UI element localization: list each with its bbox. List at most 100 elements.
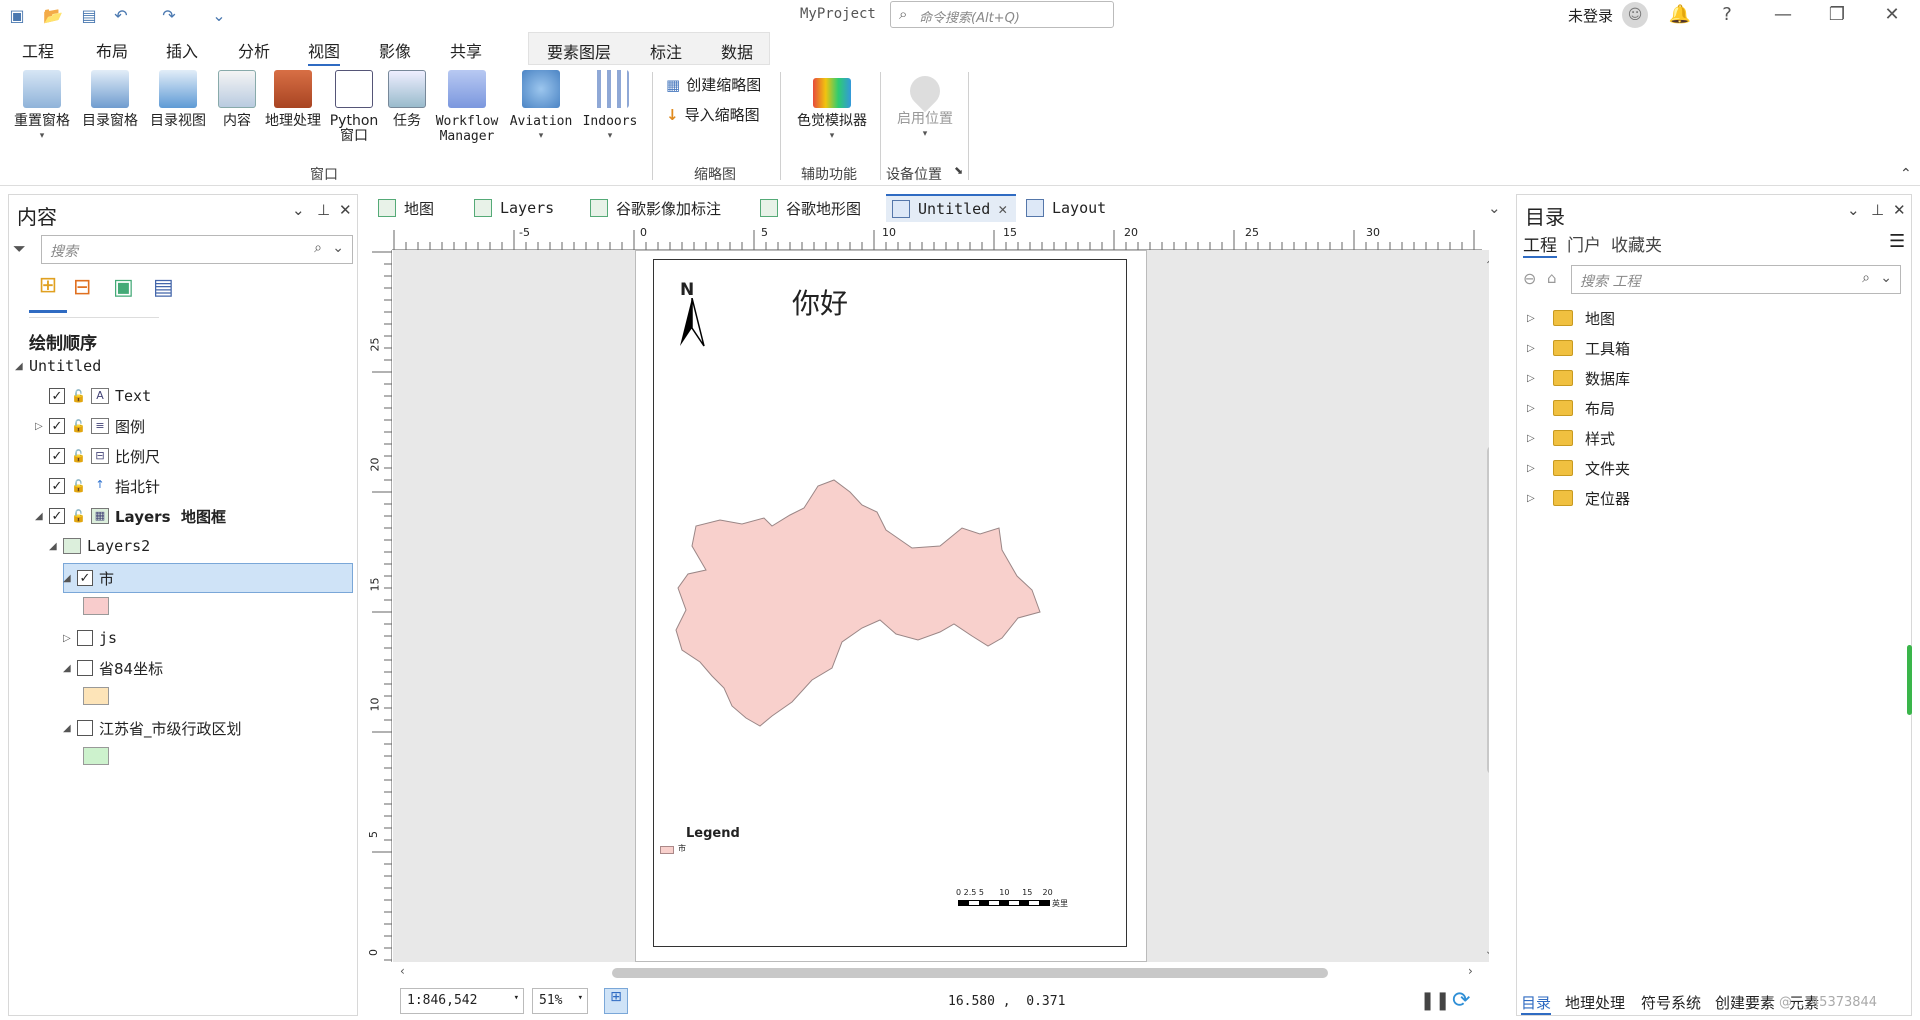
redo-icon[interactable]: ↷ <box>158 4 180 26</box>
region-polygon[interactable] <box>672 470 1092 730</box>
visibility-checkbox[interactable] <box>77 660 93 676</box>
expand-icon[interactable]: ▷ <box>1527 373 1541 384</box>
bottom-tab-create-features[interactable]: 创建要素 <box>1715 992 1775 1013</box>
menu-layout[interactable]: 布局 <box>96 38 128 62</box>
drawing-order-icon[interactable]: ⊞ <box>29 273 67 313</box>
workflow-manager-button[interactable]: Workflow Manager <box>432 70 502 144</box>
expand-icon[interactable]: ▷ <box>1527 313 1541 324</box>
bottom-tab-geoprocessing[interactable]: 地理处理 <box>1565 992 1625 1013</box>
help-button[interactable]: ? <box>1712 2 1742 28</box>
bottom-tab-symbology[interactable]: 符号系统 <box>1641 992 1701 1013</box>
catalog-item-styles[interactable]: ▷ 样式 <box>1527 425 1615 451</box>
lock-icon[interactable]: 🔓 <box>71 389 87 403</box>
scroll-right-icon[interactable]: › <box>1468 964 1473 978</box>
tab-layers[interactable]: Layers <box>468 194 580 222</box>
import-thumbnail-button[interactable]: ↓ 导入缩略图 <box>666 104 760 125</box>
expand-icon[interactable]: ◢ <box>15 361 29 372</box>
vertical-scrollbar[interactable] <box>1487 446 1489 774</box>
visibility-checkbox[interactable] <box>77 720 93 736</box>
avatar[interactable]: ☺ <box>1622 2 1648 28</box>
catalog-tab-favorites[interactable]: 收藏夹 <box>1611 231 1662 256</box>
lock-icon[interactable]: 🔓 <box>71 419 87 433</box>
expand-icon[interactable]: ◢ <box>63 663 77 674</box>
close-icon[interactable]: ✕ <box>998 200 1007 218</box>
expand-icon[interactable]: ▷ <box>63 633 77 644</box>
catalog-item-locators[interactable]: ▷ 定位器 <box>1527 485 1630 511</box>
expand-icon[interactable]: ▷ <box>1527 463 1541 474</box>
catalog-item-folders[interactable]: ▷ 文件夹 <box>1527 455 1630 481</box>
menu-analysis[interactable]: 分析 <box>238 38 270 62</box>
expand-icon[interactable]: ◢ <box>49 541 63 552</box>
tree-item-js[interactable]: ▷ js <box>63 625 117 651</box>
tasks-button[interactable]: 任务 <box>384 70 430 129</box>
create-thumbnail-button[interactable]: ▦ 创建缩略图 <box>666 74 761 95</box>
catalog-item-maps[interactable]: ▷ 地图 <box>1527 305 1615 331</box>
tree-item-legend[interactable]: ▷ ✓ 🔓 ≡ 图例 <box>35 413 145 439</box>
expand-icon[interactable]: ◢ <box>63 723 77 734</box>
aviation-button[interactable]: Aviation ▾ <box>506 70 576 144</box>
visibility-checkbox[interactable]: ✓ <box>49 388 65 404</box>
menu-imagery[interactable]: 影像 <box>379 38 411 62</box>
tree-item-jiangsu[interactable]: ◢ 江苏省_市级行政区划 <box>63 715 242 741</box>
menu-share[interactable]: 共享 <box>450 38 482 62</box>
tab-layout[interactable]: Layout <box>1020 194 1120 222</box>
tab-google-terrain[interactable]: 谷歌地形图 <box>754 194 894 222</box>
tree-item-shi[interactable]: ◢ ✓ 市 <box>63 565 114 591</box>
reset-panes-button[interactable]: 重置窗格 ▾ <box>10 70 74 144</box>
tab-map[interactable]: 地图 <box>372 194 464 222</box>
scroll-down-icon[interactable]: ⌄ <box>1485 946 1489 957</box>
fixed-zoom-icon[interactable]: ⊞ <box>604 988 628 1014</box>
color-simulator-button[interactable]: 色觉模拟器 ▾ <box>792 70 872 144</box>
tree-item-text[interactable]: ✓ 🔓 A Text <box>49 383 151 409</box>
tree-item-map-frame[interactable]: ◢ ✓ 🔓 ▦ Layers 地图框 <box>35 503 226 529</box>
indoors-button[interactable]: Indoors ▾ <box>578 70 642 144</box>
scroll-left-icon[interactable]: ‹ <box>400 964 405 978</box>
refresh-icon[interactable]: ⟳ <box>1452 988 1470 1013</box>
tab-list-icon[interactable]: ⌄ <box>1482 194 1502 222</box>
contents-search-input[interactable]: 搜索 ⌕ ⌄ <box>41 235 353 264</box>
editing-icon[interactable]: ▣ <box>113 275 134 300</box>
close-icon[interactable]: ✕ <box>1893 201 1906 219</box>
symbol-swatch[interactable] <box>83 597 109 615</box>
catalog-tab-project[interactable]: 工程 <box>1523 231 1557 258</box>
back-icon[interactable]: ⊖ <box>1523 269 1536 288</box>
close-icon[interactable]: ✕ <box>339 201 352 219</box>
lock-icon[interactable]: 🔓 <box>71 509 87 523</box>
undo-icon[interactable]: ↶ <box>110 4 132 26</box>
expand-icon[interactable]: ◢ <box>63 573 77 584</box>
visibility-checkbox[interactable]: ✓ <box>49 508 65 524</box>
layout-page[interactable]: N 你好 Legend 市 0 2.5 5 10 15 20 英里 <box>635 250 1147 962</box>
lock-icon[interactable]: 🔓 <box>71 479 87 493</box>
customize-qat-icon[interactable]: ⌄ <box>208 4 230 26</box>
python-window-button[interactable]: Python 窗口 <box>326 70 382 144</box>
tab-data[interactable]: 数据 <box>721 39 753 63</box>
selection-icon[interactable]: ⊟ <box>73 275 91 300</box>
restore-icon[interactable]: ❐ <box>1822 2 1852 28</box>
symbol-swatch[interactable] <box>83 747 109 765</box>
scale-selector[interactable]: 1:846,542 ▾ <box>400 988 524 1014</box>
lock-icon[interactable]: 🔓 <box>71 449 87 463</box>
horizontal-scrollbar[interactable] <box>612 968 1328 978</box>
expand-icon[interactable]: ▷ <box>1527 433 1541 444</box>
minimize-icon[interactable]: — <box>1768 2 1798 28</box>
catalog-search-input[interactable]: 搜索 工程 ⌕ ⌄ <box>1571 265 1901 294</box>
layout-frame[interactable]: N 你好 Legend 市 0 2.5 5 10 15 20 英里 <box>653 259 1127 947</box>
contents-button[interactable]: 内容 <box>212 70 262 129</box>
menu-icon[interactable]: ☰ <box>1889 231 1905 252</box>
pin-icon[interactable]: ⊥ <box>317 201 330 219</box>
symbol-swatch[interactable] <box>83 687 109 705</box>
tab-feature-layer[interactable]: 要素图层 <box>547 39 611 63</box>
catalog-item-toolboxes[interactable]: ▷ 工具箱 <box>1527 335 1630 361</box>
tree-item-scalebar[interactable]: ✓ 🔓 ⊟ 比例尺 <box>49 443 160 469</box>
pane-options-icon[interactable]: ⌄ <box>1847 201 1860 219</box>
legend-title[interactable]: Legend <box>686 826 740 841</box>
expand-icon[interactable]: ▷ <box>1527 343 1541 354</box>
catalog-pane-button[interactable]: 目录窗格 <box>78 70 142 129</box>
pane-options-icon[interactable]: ⌄ <box>292 201 305 219</box>
geoprocessing-button[interactable]: 地理处理 <box>262 70 324 129</box>
pin-icon[interactable]: ⊥ <box>1871 201 1884 219</box>
visibility-checkbox[interactable]: ✓ <box>49 448 65 464</box>
visibility-checkbox[interactable] <box>77 630 93 646</box>
tab-labeling[interactable]: 标注 <box>650 39 682 63</box>
tree-map-untitled[interactable]: ◢ Untitled <box>15 353 101 379</box>
